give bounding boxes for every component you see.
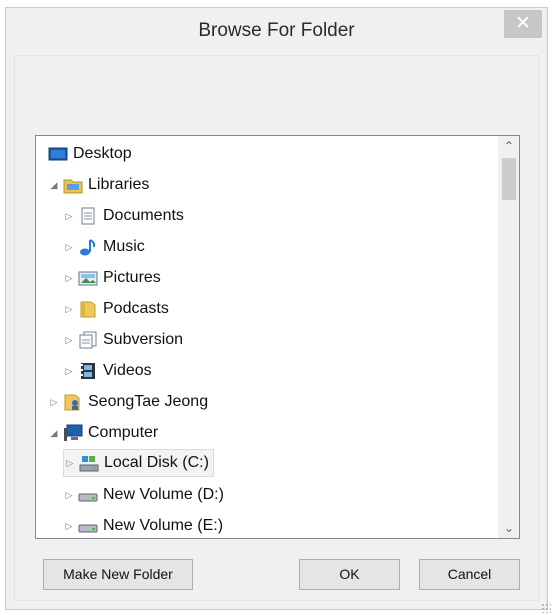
- cancel-button[interactable]: Cancel: [419, 559, 520, 590]
- system-drive-icon: [79, 454, 99, 472]
- documents-library-icon: [78, 331, 98, 349]
- resize-grip[interactable]: [541, 603, 551, 613]
- desktop-icon: [48, 145, 68, 163]
- expand-arrow-icon[interactable]: ▷: [64, 458, 76, 469]
- computer-icon: [63, 424, 83, 442]
- dialog-title: Browse For Folder: [198, 20, 355, 41]
- folder-tree[interactable]: Desktop ◢ Libraries ▷ Documents ▷ Music …: [35, 135, 520, 539]
- title-bar: Browse For Folder ✕: [6, 8, 547, 55]
- tree-item-documents[interactable]: ▷ Documents: [63, 202, 184, 230]
- tree-item-label: SeongTae Jeong: [88, 393, 209, 410]
- documents-icon: [78, 207, 98, 225]
- videos-icon: [78, 362, 98, 380]
- tree-item-label: Music: [103, 238, 145, 255]
- tree-item-podcasts[interactable]: ▷ Podcasts: [63, 295, 169, 323]
- tree-item-label: New Volume (E:): [103, 517, 224, 534]
- expand-arrow-icon[interactable]: ▷: [63, 366, 75, 377]
- tree-item-label: Local Disk (C:): [104, 454, 209, 471]
- vertical-scrollbar[interactable]: ⌃ ⌄: [498, 136, 519, 538]
- chevron-up-icon: ⌃: [503, 139, 515, 153]
- tree-item-libraries[interactable]: ◢ Libraries: [48, 171, 149, 199]
- pictures-icon: [78, 269, 98, 287]
- tree-item-label: New Volume (D:): [103, 486, 224, 503]
- music-icon: [78, 238, 98, 256]
- tree-item-new-volume-d[interactable]: ▷ New Volume (D:): [63, 481, 224, 509]
- tree-item-label: Computer: [88, 424, 159, 441]
- libraries-folder-icon: [63, 176, 83, 194]
- expand-arrow-icon[interactable]: ▷: [63, 211, 75, 222]
- tree-item-label: Documents: [103, 207, 184, 224]
- close-button[interactable]: ✕: [504, 10, 542, 38]
- folder-icon: [78, 300, 98, 318]
- expand-arrow-icon[interactable]: ▷: [63, 242, 75, 253]
- expand-arrow-icon[interactable]: ▷: [63, 273, 75, 284]
- tree-item-label: Podcasts: [103, 300, 169, 317]
- make-new-folder-button[interactable]: Make New Folder: [43, 559, 193, 590]
- expand-arrow-icon[interactable]: ▷: [48, 397, 60, 408]
- ok-button[interactable]: OK: [299, 559, 400, 590]
- scroll-up-button[interactable]: ⌃: [499, 136, 519, 156]
- tree-item-music[interactable]: ▷ Music: [63, 233, 145, 261]
- expand-arrow-icon[interactable]: ▷: [63, 335, 75, 346]
- tree-item-videos[interactable]: ▷ Videos: [63, 357, 152, 385]
- drive-icon: [78, 486, 98, 504]
- chevron-down-icon: ⌄: [503, 521, 515, 535]
- tree-item-label: Subversion: [103, 331, 184, 348]
- expand-arrow-icon[interactable]: ▷: [63, 304, 75, 315]
- user-folder-icon: [63, 393, 83, 411]
- scroll-down-button[interactable]: ⌄: [499, 518, 519, 538]
- close-icon: ✕: [515, 13, 531, 34]
- tree-item-user-folder[interactable]: ▷ SeongTae Jeong: [48, 388, 208, 416]
- expand-arrow-icon[interactable]: ▷: [63, 490, 75, 501]
- tree-item-subversion[interactable]: ▷ Subversion: [63, 326, 183, 354]
- tree-item-label: Videos: [103, 362, 152, 379]
- collapse-arrow-icon[interactable]: ◢: [48, 428, 60, 439]
- tree-item-computer[interactable]: ◢ Computer: [48, 419, 158, 447]
- tree-item-label: Libraries: [88, 176, 150, 193]
- tree-item-desktop[interactable]: Desktop: [48, 140, 132, 168]
- collapse-arrow-icon[interactable]: ◢: [48, 180, 60, 191]
- tree-item-label: Desktop: [73, 145, 132, 162]
- tree-item-pictures[interactable]: ▷ Pictures: [63, 264, 161, 292]
- expand-arrow-icon[interactable]: ▷: [63, 521, 75, 532]
- tree-item-label: Pictures: [103, 269, 161, 286]
- drive-icon: [78, 517, 98, 535]
- scroll-thumb[interactable]: [502, 158, 516, 200]
- tree-item-local-disk-c[interactable]: ▷ Local Disk (C:): [63, 449, 214, 477]
- tree-item-new-volume-e[interactable]: ▷ New Volume (E:): [63, 512, 224, 538]
